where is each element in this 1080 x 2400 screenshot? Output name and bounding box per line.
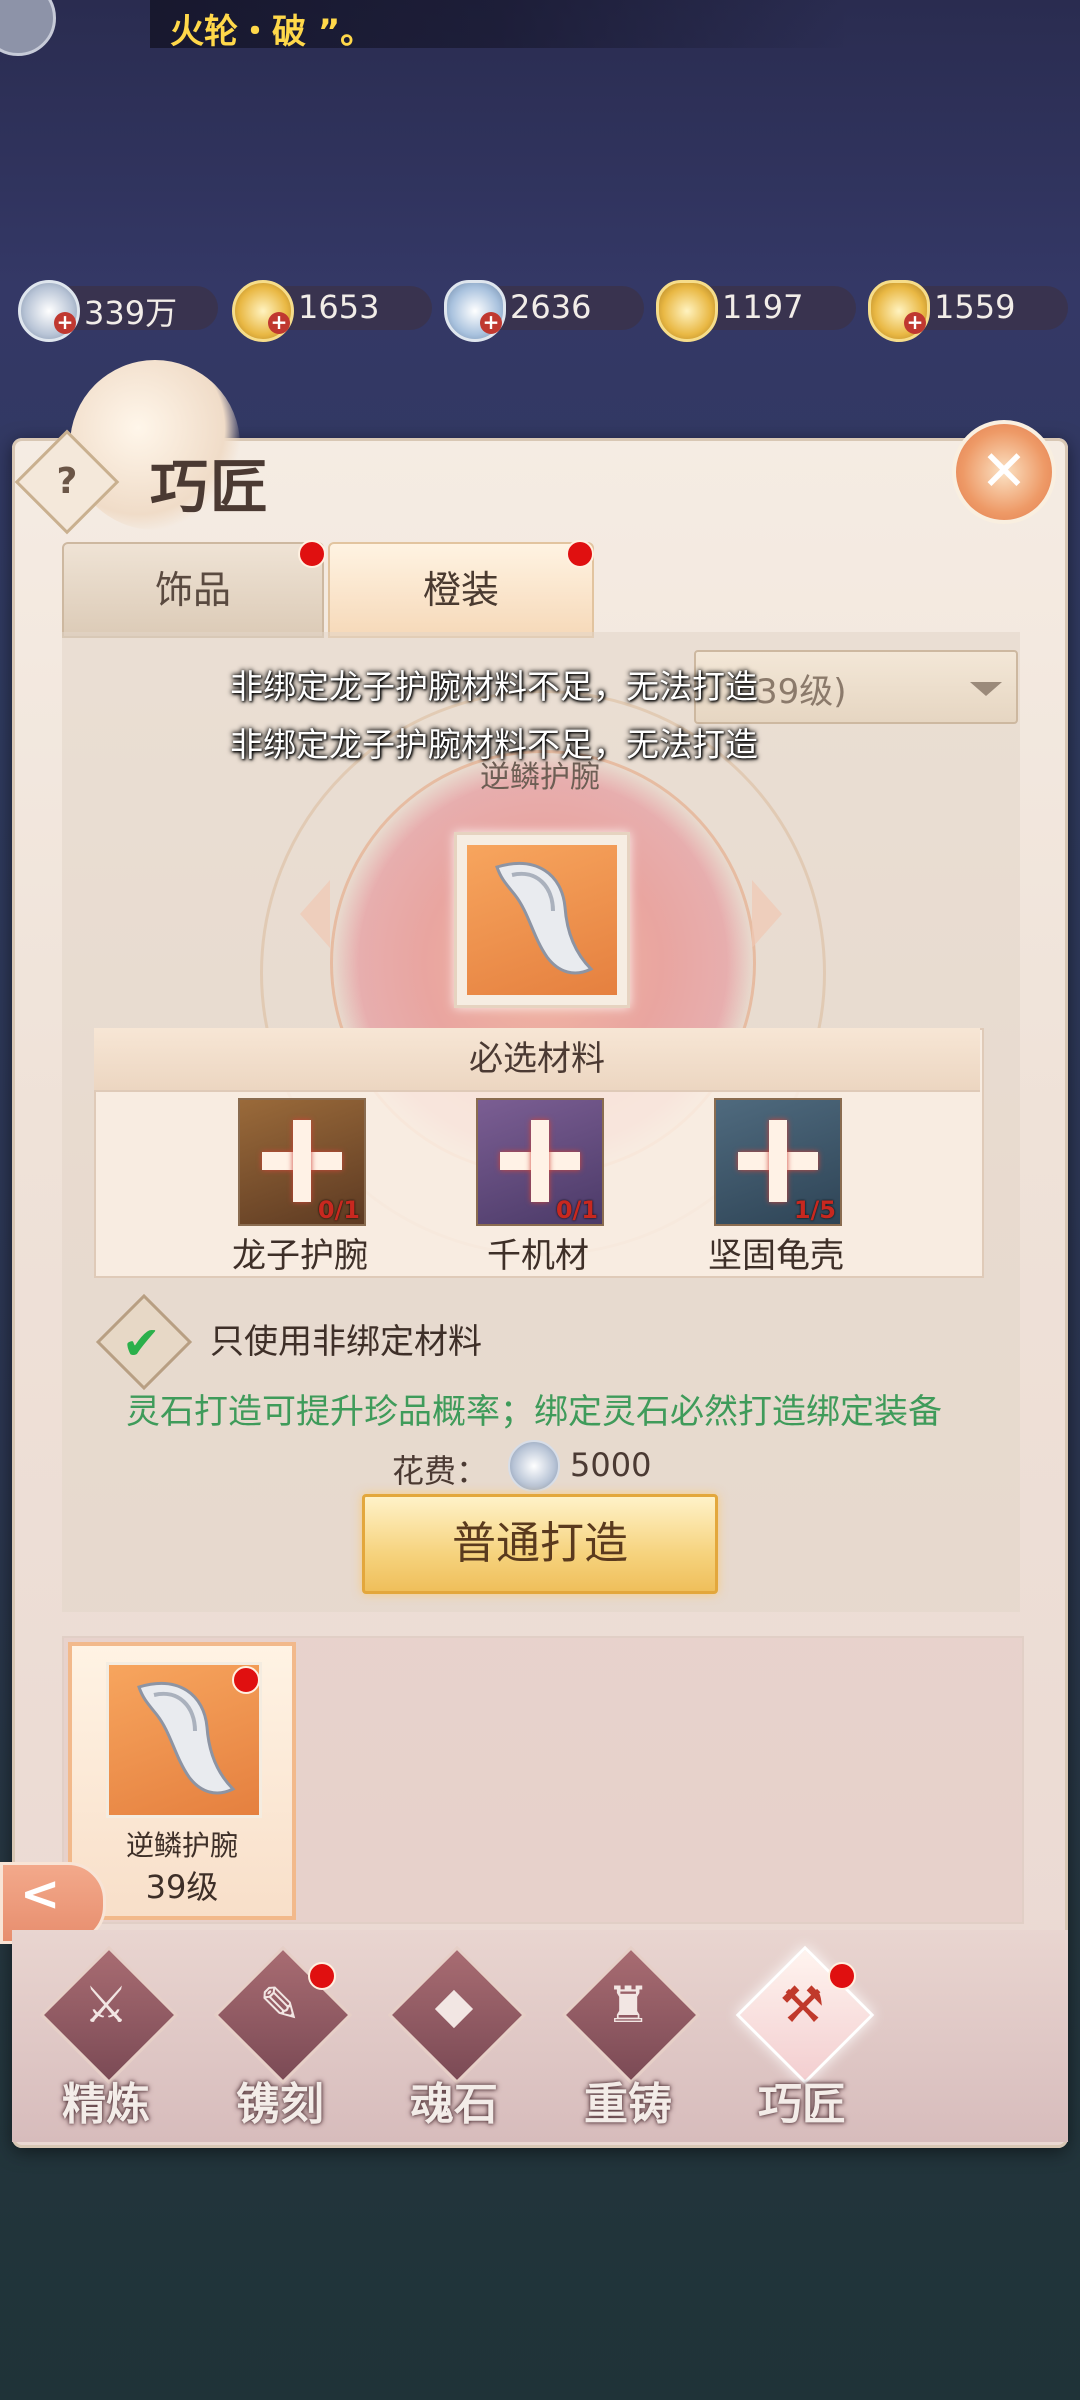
material-name: 坚固龟壳 <box>708 1236 844 1276</box>
notification-badge <box>232 1666 260 1694</box>
toast-message: 非绑定龙子护腕材料不足，无法打造 <box>230 667 758 706</box>
add-cross-icon <box>531 1120 549 1202</box>
nav-engrave[interactable]: 镌刻 <box>210 2068 350 2132</box>
material-name: 千机材 <box>487 1236 589 1276</box>
currency-gold-coin[interactable]: + 1653 <box>232 280 432 342</box>
announcement-banner: 火轮・破 ”。 <box>150 0 850 52</box>
currency-value: 2636 <box>510 288 592 326</box>
unbound-only-label: 只使用非绑定材料 <box>210 1322 482 1362</box>
bracer-item-icon <box>467 845 617 995</box>
material-slot[interactable]: 0/1 <box>476 1098 604 1226</box>
silver-coin-icon <box>508 1440 560 1492</box>
material-slot[interactable]: 1/5 <box>714 1098 842 1226</box>
gem-glyph-icon: ◆ <box>434 1976 474 2034</box>
plus-icon[interactable]: + <box>54 312 76 334</box>
panel-title: 巧匠 <box>150 453 271 521</box>
top-corner-button[interactable] <box>0 0 56 56</box>
announcement-text: 火轮・破 ”。 <box>170 12 375 52</box>
tab-accessories[interactable]: 饰品 <box>62 542 324 638</box>
cost-value: 5000 <box>570 1446 652 1484</box>
nav-recast[interactable]: 重铸 <box>558 2068 698 2132</box>
currency-value: 1653 <box>298 288 380 326</box>
nav-craftsman[interactable]: 巧匠 <box>732 2068 872 2132</box>
currency-value: 339万 <box>84 294 178 332</box>
gold-ingot-lock-icon <box>656 280 718 342</box>
equipment-name: 逆鳞护腕 <box>125 1829 238 1862</box>
material-slot[interactable]: 0/1 <box>238 1098 366 1226</box>
question-icon[interactable]: ? <box>30 445 104 519</box>
plus-icon[interactable]: + <box>268 312 290 334</box>
next-item-arrow-icon[interactable] <box>752 880 782 948</box>
checkmark-icon: ✔ <box>122 1316 161 1370</box>
currency-gold-ingot[interactable]: + 1559 <box>868 280 1068 342</box>
material-count: 0/1 <box>555 1196 598 1224</box>
dropdown-value: 39级) <box>756 672 847 712</box>
helmet-glyph-icon: ♜ <box>605 1976 651 2034</box>
notification-badge <box>298 540 326 568</box>
nav-refine[interactable]: 精炼 <box>36 2068 176 2132</box>
notification-badge <box>566 540 594 568</box>
material-name: 龙子护腕 <box>232 1236 368 1276</box>
normal-forge-button-label[interactable]: 普通打造 <box>362 1494 718 1594</box>
add-cross-icon <box>769 1120 787 1202</box>
tab-orange-gear[interactable]: 橙装 <box>328 542 594 638</box>
plus-icon[interactable]: + <box>904 312 926 334</box>
currency-value: 1197 <box>722 288 804 326</box>
plus-icon[interactable]: + <box>480 312 502 334</box>
currency-value: 1559 <box>934 288 1016 326</box>
target-item-slot[interactable] <box>454 832 630 1008</box>
forge-hint-text: 灵石打造可提升珍品概率；绑定灵石必然打造绑定装备 <box>126 1392 942 1432</box>
cost-label: 花费： <box>392 1452 489 1490</box>
material-count: 0/1 <box>317 1196 360 1224</box>
chevron-down-icon <box>970 682 1002 696</box>
add-cross-icon <box>293 1120 311 1202</box>
close-icon[interactable]: ✕ <box>952 420 1056 524</box>
nav-soulstone[interactable]: 魂石 <box>384 2068 524 2132</box>
material-count: 1/5 <box>793 1196 836 1224</box>
notification-badge <box>308 1962 336 1990</box>
previous-item-arrow-icon[interactable] <box>300 880 330 948</box>
currency-silver-coin[interactable]: + 339万 <box>18 280 218 342</box>
currency-locked-gold-ingot[interactable]: 1197 <box>656 280 856 342</box>
materials-header: 必选材料 <box>94 1028 980 1092</box>
notification-badge <box>828 1962 856 1990</box>
sword-glyph-icon: ⚔ <box>83 1976 129 2034</box>
toast-message: 非绑定龙子护腕材料不足，无法打造 <box>230 725 758 764</box>
back-arrow-icon[interactable]: < <box>20 1866 60 1922</box>
currency-silver-ingot[interactable]: + 2636 <box>444 280 644 342</box>
